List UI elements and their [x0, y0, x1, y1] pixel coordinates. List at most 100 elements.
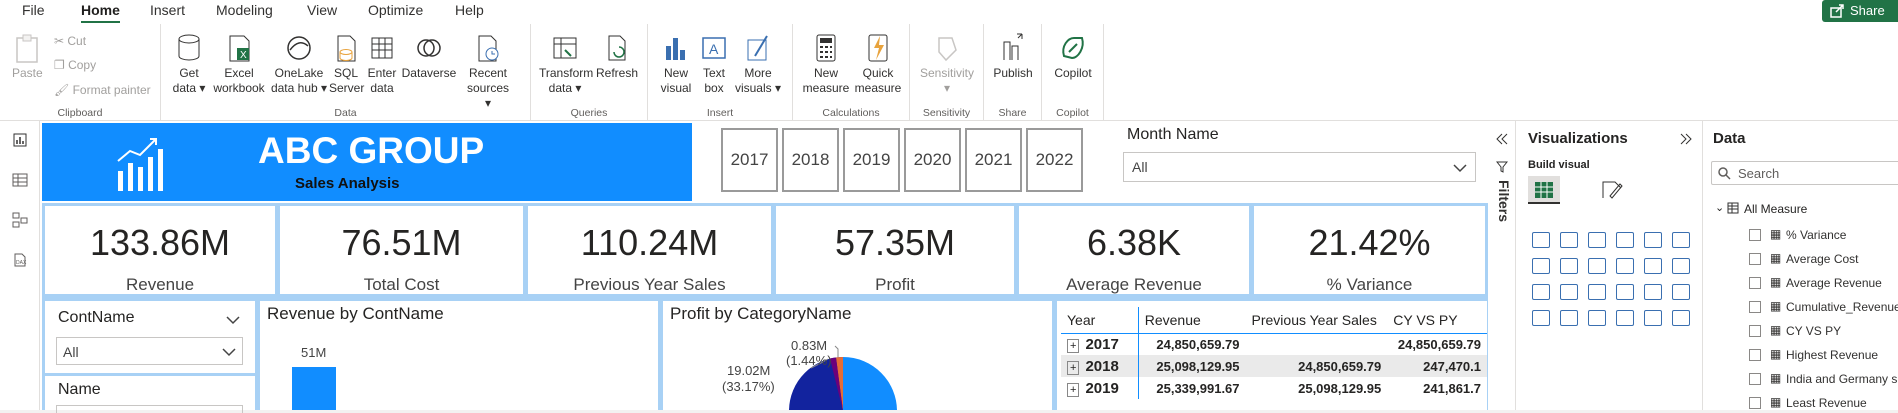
- header-revenue[interactable]: Revenue: [1138, 307, 1245, 333]
- expand-icon[interactable]: +: [1067, 338, 1080, 353]
- data-search-box[interactable]: Search: [1711, 161, 1898, 185]
- build-visual-tab[interactable]: [1528, 176, 1560, 204]
- clustered-column-icon[interactable]: [1616, 232, 1634, 248]
- format-painter-button[interactable]: 🖌 Format painter: [54, 83, 151, 97]
- year-slicer-2018[interactable]: 2018: [782, 128, 839, 192]
- field-item[interactable]: Least Revenue: [1786, 396, 1867, 410]
- year-slicer-2019[interactable]: 2019: [843, 128, 900, 192]
- field-checkbox[interactable]: [1749, 397, 1761, 409]
- clustered-bar-icon[interactable]: [1588, 232, 1606, 248]
- chevron-down-icon[interactable]: [226, 315, 240, 325]
- funnel-icon[interactable]: [1560, 284, 1578, 300]
- onelake-button[interactable]: OneLake data hub ▾: [269, 32, 329, 96]
- cut-button[interactable]: ✂ Cut: [54, 34, 86, 48]
- field-checkbox[interactable]: [1749, 301, 1761, 313]
- dax-query-view-icon[interactable]: DAX: [12, 252, 28, 268]
- row-year-cell[interactable]: +2019: [1061, 377, 1139, 399]
- donut-chart-icon[interactable]: [1644, 284, 1662, 300]
- recent-sources-button[interactable]: Recent sources ▾: [463, 32, 513, 111]
- header-cy-vs-py[interactable]: CY VS PY: [1387, 307, 1487, 333]
- field-item[interactable]: Cumulative_Revenue: [1786, 300, 1898, 314]
- filled-map-icon[interactable]: [1560, 310, 1578, 326]
- field-item[interactable]: Average Cost: [1786, 252, 1859, 266]
- pie-slice-blue[interactable]: [843, 357, 897, 410]
- 100-column-icon[interactable]: [1672, 232, 1690, 248]
- refresh-button[interactable]: Refresh: [595, 32, 639, 81]
- stacked-column-icon[interactable]: [1560, 232, 1578, 248]
- field-checkbox[interactable]: [1749, 373, 1761, 385]
- expand-icon[interactable]: +: [1067, 382, 1080, 397]
- ribbon-chart-icon[interactable]: [1672, 258, 1690, 274]
- copy-button[interactable]: ❐ Copy: [54, 58, 96, 72]
- shape-map-icon[interactable]: [1588, 310, 1606, 326]
- field-checkbox[interactable]: [1749, 253, 1761, 265]
- year-slicer-2021[interactable]: 2021: [965, 128, 1022, 192]
- tab-modeling[interactable]: Modeling: [216, 2, 273, 18]
- dataverse-button[interactable]: Dataverse: [401, 32, 457, 81]
- copilot-button[interactable]: Copilot: [1050, 32, 1096, 81]
- tab-home[interactable]: Home: [81, 2, 120, 23]
- name-dropdown[interactable]: [56, 405, 243, 413]
- row-year-cell[interactable]: +2018: [1061, 355, 1139, 377]
- azure-map-icon[interactable]: [1616, 310, 1634, 326]
- tab-file[interactable]: File: [22, 2, 45, 18]
- field-checkbox[interactable]: [1749, 349, 1761, 361]
- sql-server-button[interactable]: SQL Server: [329, 32, 364, 96]
- pie-chart-icon[interactable]: [1616, 284, 1634, 300]
- tab-view[interactable]: View: [307, 2, 337, 18]
- new-measure-button[interactable]: New measure: [801, 32, 851, 96]
- field-checkbox[interactable]: [1749, 325, 1761, 337]
- field-item[interactable]: Average Revenue: [1786, 276, 1882, 290]
- model-view-icon[interactable]: [12, 212, 28, 228]
- field-checkbox[interactable]: [1749, 229, 1761, 241]
- gauge-icon[interactable]: [1644, 310, 1662, 326]
- new-visual-button[interactable]: New visual: [658, 32, 694, 96]
- field-item[interactable]: % Variance: [1786, 228, 1846, 242]
- text-box-button[interactable]: A Text box: [698, 32, 730, 96]
- month-slicer-dropdown[interactable]: All: [1123, 152, 1476, 182]
- field-item[interactable]: Highest Revenue: [1786, 348, 1878, 362]
- row-year-cell[interactable]: +2017: [1061, 333, 1139, 355]
- tab-help[interactable]: Help: [455, 2, 484, 18]
- year-slicer-2017[interactable]: 2017: [721, 128, 778, 192]
- field-item[interactable]: India and Germany s...: [1786, 372, 1898, 386]
- transform-data-button[interactable]: Transform data ▾: [539, 32, 593, 96]
- map-icon[interactable]: [1532, 310, 1550, 326]
- quick-measure-button[interactable]: Quick measure: [853, 32, 903, 96]
- card-icon[interactable]: [1672, 310, 1690, 326]
- stacked-area-icon[interactable]: [1588, 258, 1606, 274]
- line-chart-icon[interactable]: [1532, 258, 1550, 274]
- year-slicer-2020[interactable]: 2020: [904, 128, 961, 192]
- year-slicer-2022[interactable]: 2022: [1026, 128, 1083, 192]
- publish-button[interactable]: Publish: [992, 32, 1034, 81]
- cont-name-dropdown[interactable]: All: [56, 337, 243, 365]
- share-button[interactable]: Share: [1822, 0, 1898, 22]
- area-chart-icon[interactable]: [1560, 258, 1578, 274]
- tab-insert[interactable]: Insert: [150, 2, 185, 18]
- stacked-bar-icon[interactable]: [1532, 232, 1550, 248]
- excel-workbook-button[interactable]: X Excel workbook: [211, 32, 267, 96]
- header-prev-year[interactable]: Previous Year Sales: [1246, 307, 1388, 333]
- 100-bar-icon[interactable]: [1644, 232, 1662, 248]
- more-visuals-button[interactable]: More visuals ▾: [734, 32, 782, 96]
- measure-table-name[interactable]: All Measure: [1744, 202, 1807, 216]
- field-item[interactable]: CY VS PY: [1786, 324, 1841, 338]
- collapse-left-icon[interactable]: [1495, 133, 1509, 145]
- filters-pane-collapsed[interactable]: [1488, 121, 1516, 410]
- header-year[interactable]: Year: [1061, 307, 1139, 333]
- line-column-icon[interactable]: [1616, 258, 1634, 274]
- format-visual-icon[interactable]: [1600, 178, 1624, 202]
- line-stacked-column-icon[interactable]: [1644, 258, 1662, 274]
- tab-optimize[interactable]: Optimize: [368, 2, 423, 18]
- treemap-icon[interactable]: [1672, 284, 1690, 300]
- sensitivity-button[interactable]: Sensitivity ▾: [916, 32, 978, 96]
- expand-right-icon[interactable]: [1679, 133, 1693, 145]
- chevron-down-icon[interactable]: ⌄: [1715, 201, 1724, 214]
- waterfall-icon[interactable]: [1532, 284, 1550, 300]
- get-data-button[interactable]: Get data ▾: [169, 32, 209, 96]
- expand-icon[interactable]: +: [1067, 360, 1080, 375]
- field-checkbox[interactable]: [1749, 277, 1761, 289]
- revenue-bar[interactable]: [292, 367, 336, 410]
- enter-data-button[interactable]: Enter data: [365, 32, 399, 96]
- table-view-icon[interactable]: [12, 172, 28, 188]
